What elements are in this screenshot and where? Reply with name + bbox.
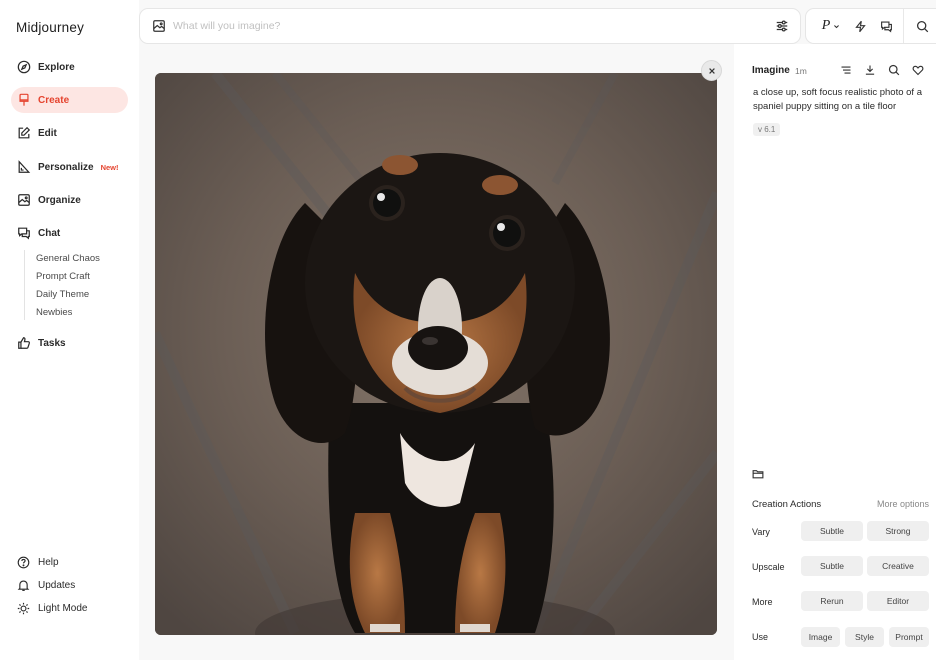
- imagine-bar: [139, 8, 801, 44]
- nav-item-chat[interactable]: Chat: [11, 220, 128, 246]
- search-icon[interactable]: [915, 19, 929, 33]
- sun-icon: [17, 602, 30, 615]
- job-type-label: Imagine: [752, 65, 790, 76]
- chat-rooms-divider: [24, 250, 25, 320]
- job-time: 1m: [795, 66, 807, 76]
- nav-item-explore[interactable]: Explore: [11, 54, 128, 80]
- use-prompt-button[interactable]: Prompt: [889, 627, 929, 647]
- image-grid-icon: [17, 193, 31, 207]
- more-label: More: [752, 597, 773, 607]
- nav-item-edit[interactable]: Edit: [11, 120, 128, 146]
- personalize-icon: [17, 160, 31, 174]
- settings-sliders-icon[interactable]: [775, 19, 789, 33]
- vary-strong-button[interactable]: Strong: [867, 521, 929, 541]
- nav-label: Chat: [38, 227, 61, 239]
- lightning-icon[interactable]: [853, 19, 867, 33]
- nav-item-personalize[interactable]: Personalize New!: [11, 154, 128, 180]
- close-button[interactable]: [701, 60, 722, 81]
- prompt-input[interactable]: [173, 18, 733, 34]
- paintbrush-icon: [17, 93, 31, 107]
- nav-item-organize[interactable]: Organize: [11, 187, 128, 213]
- nav-label: Personalize: [38, 161, 94, 173]
- nav-item-create[interactable]: Create: [11, 87, 128, 113]
- new-badge: New!: [100, 162, 119, 172]
- folder-icon[interactable]: [752, 468, 764, 480]
- search-icon[interactable]: [888, 64, 900, 76]
- nav-label: Light Mode: [38, 603, 88, 614]
- vary-label: Vary: [752, 527, 770, 537]
- compass-icon: [17, 60, 31, 74]
- nav-label: Tasks: [38, 337, 66, 349]
- thumbs-up-icon: [17, 336, 31, 350]
- help-icon: [17, 556, 30, 569]
- heart-icon[interactable]: [912, 64, 924, 76]
- more-options-link[interactable]: More options: [877, 499, 929, 509]
- use-image-button[interactable]: Image: [801, 627, 840, 647]
- use-style-button[interactable]: Style: [845, 627, 884, 647]
- edit-icon: [17, 126, 31, 140]
- use-label: Use: [752, 632, 769, 642]
- vary-subtle-button[interactable]: Subtle: [801, 521, 863, 541]
- nav-label: Help: [38, 557, 59, 568]
- chat-room-prompt-craft[interactable]: Prompt Craft: [36, 271, 90, 282]
- chat-bubbles-icon[interactable]: [879, 19, 893, 33]
- nav-item-tasks[interactable]: Tasks: [11, 330, 128, 356]
- creation-actions-title: Creation Actions: [752, 499, 822, 510]
- brand-logo[interactable]: Midjourney: [16, 20, 84, 35]
- rerun-button[interactable]: Rerun: [801, 591, 863, 611]
- nav-item-updates[interactable]: Updates: [17, 579, 75, 592]
- upscale-label: Upscale: [752, 562, 785, 572]
- bell-icon: [17, 579, 30, 592]
- editor-button[interactable]: Editor: [867, 591, 929, 611]
- chevron-down-icon: [833, 23, 840, 30]
- nav-item-light-mode[interactable]: Light Mode: [17, 602, 87, 615]
- nav-label: Edit: [38, 127, 57, 139]
- nav-label: Updates: [38, 580, 76, 591]
- upscale-subtle-button[interactable]: Subtle: [801, 556, 863, 576]
- nav-label: Create: [38, 94, 70, 106]
- chat-room-general-chaos[interactable]: General Chaos: [36, 253, 100, 264]
- profile-letter: P: [821, 18, 831, 33]
- close-icon: [708, 67, 715, 74]
- profile-dropdown[interactable]: P: [818, 18, 844, 33]
- chat-icon: [17, 226, 31, 240]
- prompt-text[interactable]: a close up, soft focus realistic photo o…: [753, 86, 929, 114]
- chat-room-newbies[interactable]: Newbies: [36, 307, 72, 318]
- upscale-creative-button[interactable]: Creative: [867, 556, 929, 576]
- puppy-photo: [155, 73, 717, 635]
- chat-room-daily-theme[interactable]: Daily Theme: [36, 289, 89, 300]
- version-badge: v 6.1: [753, 123, 781, 136]
- image-upload-icon[interactable]: [152, 19, 166, 33]
- details-panel: Imagine 1m a close up, soft focus realis…: [734, 44, 936, 660]
- nav-label: Explore: [38, 61, 75, 73]
- filter-lines-icon[interactable]: [840, 64, 852, 76]
- toolbar-divider: [903, 9, 904, 43]
- top-toolbar: P: [805, 8, 936, 44]
- generated-image[interactable]: [155, 73, 717, 635]
- sidebar: Midjourney Explore Create Edit Personali…: [0, 0, 139, 660]
- download-icon[interactable]: [864, 64, 876, 76]
- nav-item-help[interactable]: Help: [17, 556, 59, 569]
- nav-label: Organize: [38, 194, 81, 206]
